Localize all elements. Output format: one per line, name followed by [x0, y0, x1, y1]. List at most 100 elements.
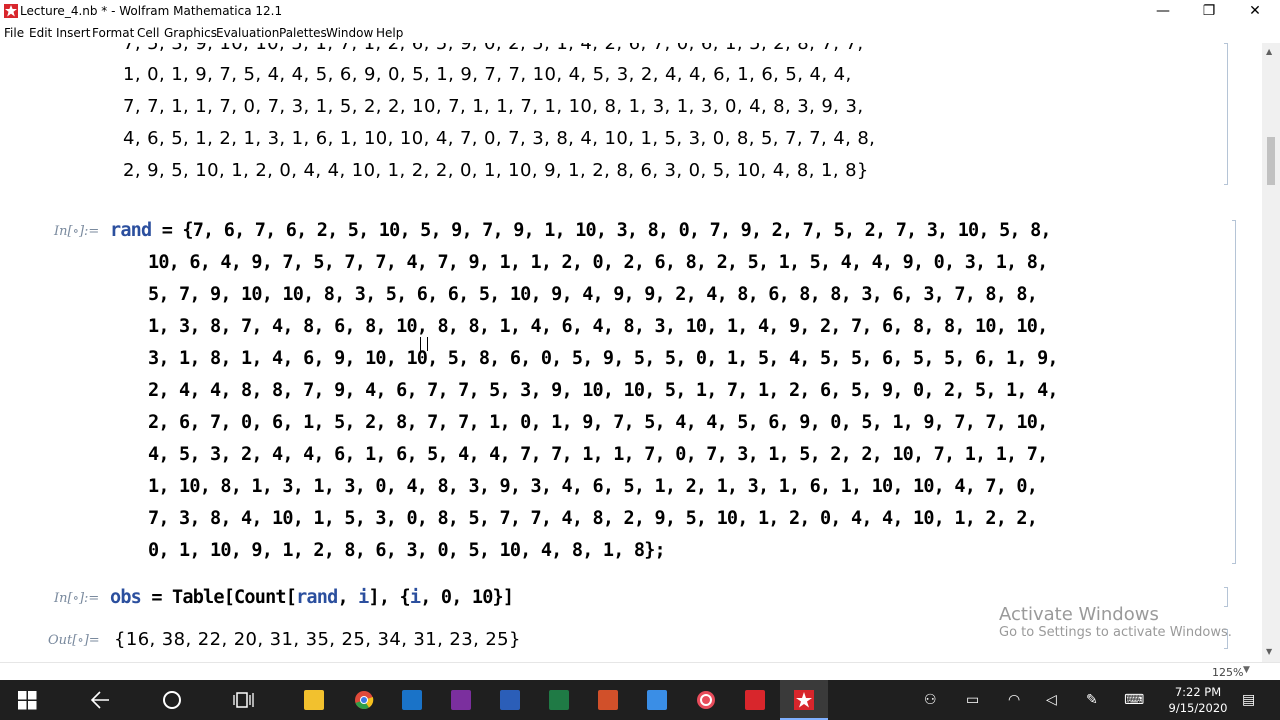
obs-symbol: obs [110, 587, 142, 608]
status-bar: 125% ▼ [0, 662, 1280, 681]
excel-button[interactable] [535, 680, 583, 720]
word-button[interactable] [486, 680, 534, 720]
onenote-icon [451, 690, 471, 710]
cell-bracket[interactable] [1232, 220, 1236, 564]
system-clock[interactable]: 7:22 PM 9/15/2020 [1160, 684, 1236, 716]
notebook-area[interactable]: 7, 5, 3, 9, 10, 10, 5, 1, 7, 1, 2, 6, 5,… [0, 43, 1262, 662]
outlook-icon [402, 690, 422, 710]
acrobat-button[interactable] [731, 680, 779, 720]
text-cursor-icon [420, 337, 428, 351]
task-view-button[interactable] [220, 680, 268, 720]
input-line[interactable]: 1, 10, 8, 1, 3, 1, 3, 0, 4, 8, 3, 9, 3, … [148, 476, 1038, 497]
scrollbar-thumb[interactable] [1267, 137, 1275, 185]
people-icon[interactable]: ⚇ [924, 692, 937, 708]
code-fragment: , 0, 10}] [420, 587, 514, 608]
scroll-up-icon[interactable]: ▲ [1266, 47, 1272, 56]
outlook-button[interactable] [388, 680, 436, 720]
input-label: In[∘]:= [54, 224, 100, 239]
output-label: Out[∘]= [48, 633, 100, 648]
mathematica-app-icon [4, 4, 18, 18]
input-line[interactable]: 2, 4, 4, 8, 8, 7, 9, 4, 6, 7, 7, 5, 3, 9… [148, 380, 1059, 401]
activate-subtitle: Go to Settings to activate Windows. [999, 625, 1232, 640]
menu-edit[interactable]: Edit [29, 26, 52, 40]
volume-icon[interactable]: ◁ [1046, 692, 1057, 708]
chrome-button[interactable] [340, 680, 388, 720]
prev-output-line: 1, 0, 1, 9, 7, 5, 4, 4, 5, 6, 9, 0, 5, 1… [123, 64, 852, 85]
pen-icon[interactable]: ✎ [1086, 692, 1098, 708]
rand-symbol: rand [110, 220, 152, 241]
back-button[interactable] [76, 680, 124, 720]
wifi-icon[interactable]: ◠ [1008, 692, 1020, 708]
acrobat-icon [745, 690, 765, 710]
file-explorer-button[interactable] [290, 680, 338, 720]
input-line[interactable]: 0, 1, 10, 9, 1, 2, 8, 6, 3, 0, 5, 10, 4,… [148, 540, 666, 561]
input-line[interactable]: rand = {7, 6, 7, 6, 2, 5, 10, 5, 9, 7, 9… [110, 220, 1052, 241]
start-button[interactable] [4, 680, 52, 720]
zoom-dropdown-icon[interactable]: ▼ [1243, 665, 1250, 675]
menu-cell[interactable]: Cell [137, 26, 159, 40]
mathematica-icon [794, 690, 814, 710]
activation-watermark: Activate Windows Go to Settings to activ… [999, 604, 1232, 640]
rand-symbol: rand [296, 587, 338, 608]
store-button[interactable] [633, 680, 681, 720]
title-bar: Lecture_4.nb * - Wolfram Mathematica 12.… [0, 0, 1280, 23]
menu-format[interactable]: Format [92, 26, 134, 40]
cell-bracket[interactable] [1224, 43, 1228, 185]
mathematica-button[interactable] [780, 680, 828, 720]
input-line[interactable]: 5, 7, 9, 10, 10, 8, 3, 5, 6, 6, 5, 10, 9… [148, 284, 1038, 305]
scroll-down-icon[interactable]: ▼ [1266, 647, 1272, 656]
powerpoint-button[interactable] [584, 680, 632, 720]
cortana-button[interactable] [148, 680, 196, 720]
input-line[interactable]: 3, 1, 8, 1, 4, 6, 9, 10, 10, 5, 8, 6, 0,… [148, 348, 1059, 369]
input-line[interactable]: obs = Table[Count[rand, i], {i, 0, 10}] [110, 587, 514, 608]
menu-graphics[interactable]: Graphics [164, 26, 217, 40]
vertical-scrollbar[interactable]: ▲ ▼ [1262, 43, 1280, 662]
rand-first-values: = {7, 6, 7, 6, 2, 5, 10, 5, 9, 7, 9, 1, … [151, 220, 1052, 241]
file-explorer-icon [304, 690, 324, 710]
input-line[interactable]: 7, 3, 8, 4, 10, 1, 5, 3, 0, 8, 5, 7, 7, … [148, 508, 1038, 529]
input-line[interactable]: 10, 6, 4, 9, 7, 5, 7, 7, 4, 7, 9, 1, 1, … [148, 252, 1048, 273]
i-symbol: i [358, 587, 369, 608]
window-title: Lecture_4.nb * - Wolfram Mathematica 12.… [20, 4, 283, 18]
input-line[interactable]: 4, 5, 3, 2, 4, 4, 6, 1, 6, 5, 4, 4, 7, 7… [148, 444, 1048, 465]
input-line[interactable]: 1, 3, 8, 7, 4, 8, 6, 8, 10, 8, 8, 1, 4, … [148, 316, 1048, 337]
activate-title: Activate Windows [999, 604, 1159, 625]
code-fragment: , [337, 587, 359, 608]
menu-insert[interactable]: Insert [56, 26, 90, 40]
notifications-icon[interactable]: ▤ [1242, 692, 1255, 708]
clock-time: 7:22 PM [1174, 685, 1222, 699]
powerpoint-icon [598, 690, 618, 710]
windows-start-icon [18, 691, 37, 710]
minimize-button[interactable]: — [1140, 0, 1186, 23]
prev-output-line: 4, 6, 5, 1, 2, 1, 3, 1, 6, 1, 10, 10, 4,… [123, 128, 876, 149]
menu-window[interactable]: Window [326, 26, 373, 40]
back-icon [90, 691, 109, 709]
excel-icon [549, 690, 569, 710]
store-icon [647, 690, 667, 710]
maximize-button[interactable]: ❐ [1186, 0, 1232, 23]
keyboard-icon[interactable]: ⌨ [1124, 692, 1144, 708]
output-line: {16, 38, 22, 20, 31, 35, 25, 34, 31, 23,… [114, 629, 521, 650]
input-line[interactable]: 2, 6, 7, 0, 6, 1, 5, 2, 8, 7, 7, 1, 0, 1… [148, 412, 1048, 433]
i-symbol: i [409, 587, 421, 608]
taskbar: ⚇ ▭ ◠ ◁ ✎ ⌨ 7:22 PM 9/15/2020 ▤ [0, 680, 1280, 720]
prev-output-line: 2, 9, 5, 10, 1, 2, 0, 4, 4, 10, 1, 2, 2,… [123, 160, 869, 181]
code-fragment: ], { [368, 587, 410, 608]
zoom-level[interactable]: 125% [1212, 666, 1243, 679]
app-circle-button[interactable] [682, 680, 730, 720]
battery-icon[interactable]: ▭ [966, 692, 979, 708]
word-icon [500, 690, 520, 710]
menu-help[interactable]: Help [376, 26, 403, 40]
menu-evaluation[interactable]: Evaluation [216, 26, 279, 40]
menu-bar: File Edit Insert Format Cell Graphics Ev… [0, 23, 1280, 43]
menu-palettes[interactable]: Palettes [279, 26, 327, 40]
chrome-icon [355, 691, 374, 710]
close-button[interactable]: ✕ [1232, 0, 1278, 23]
input-label: In[∘]:= [54, 591, 100, 606]
onenote-button[interactable] [437, 680, 485, 720]
prev-output-line: 7, 5, 3, 9, 10, 10, 5, 1, 7, 1, 2, 6, 5,… [123, 43, 864, 54]
menu-file[interactable]: File [4, 26, 24, 40]
task-view-icon [233, 692, 254, 708]
clock-date: 9/15/2020 [1168, 701, 1228, 715]
prev-output-line: 7, 7, 1, 1, 7, 0, 7, 3, 1, 5, 2, 2, 10, … [123, 96, 864, 117]
